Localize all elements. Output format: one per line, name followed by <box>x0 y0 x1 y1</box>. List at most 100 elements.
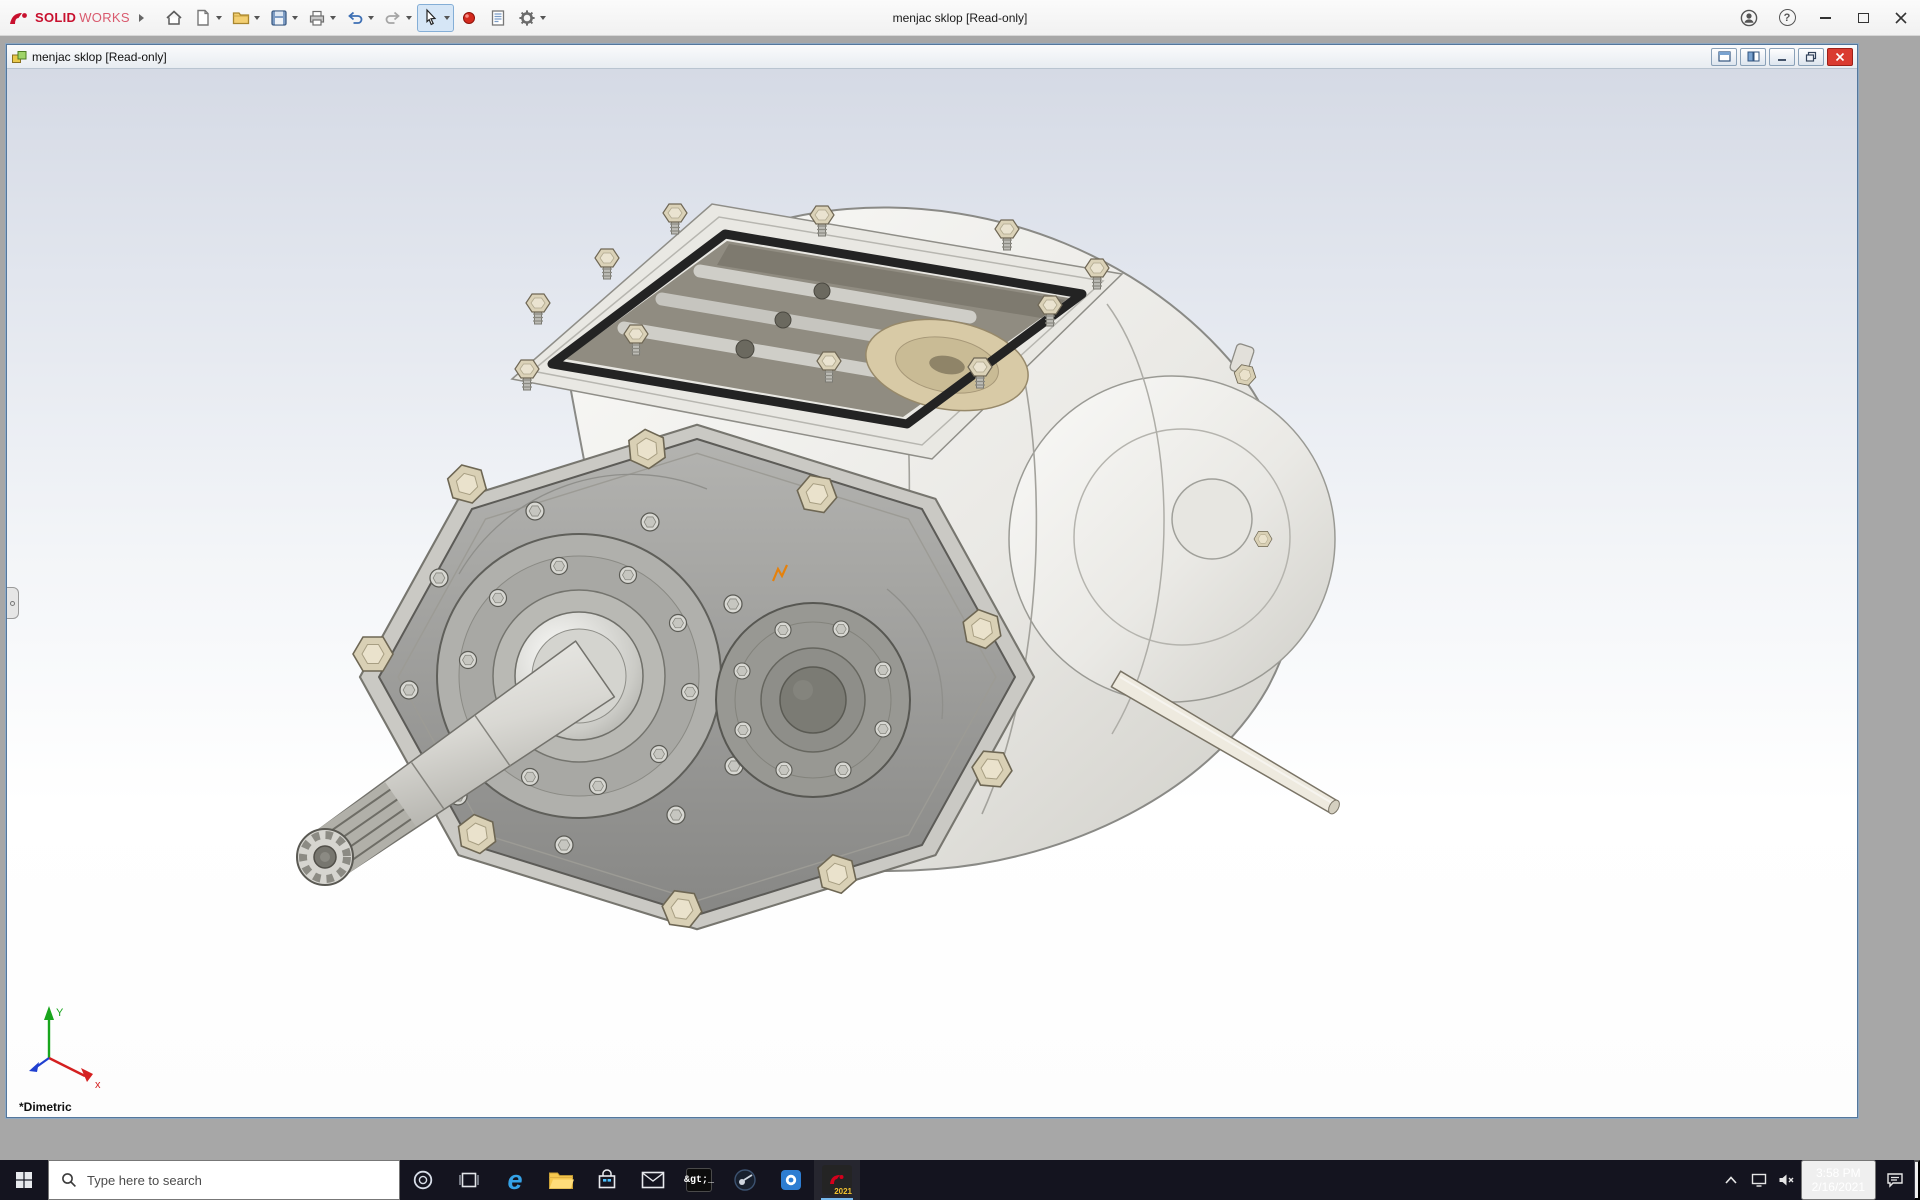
file-properties-button[interactable] <box>484 4 512 32</box>
edge-icon: e <box>507 1167 522 1194</box>
doc-restore-button[interactable] <box>1798 48 1824 66</box>
quick-access-toolbar <box>160 4 550 32</box>
options-button[interactable] <box>513 4 550 32</box>
solidworks-logo-icon <box>8 9 32 27</box>
app-minimize-button[interactable] <box>1806 0 1844 35</box>
app-close-button[interactable] <box>1882 0 1920 35</box>
doc-minimize-button[interactable] <box>1769 48 1795 66</box>
open-button[interactable] <box>227 4 264 32</box>
taskbar-app-file-explorer[interactable] <box>538 1160 584 1200</box>
help-icon: ? <box>1779 9 1796 26</box>
dropdown-caret-icon <box>216 16 222 20</box>
assembly-document-icon <box>11 49 27 65</box>
minimize-icon <box>1776 52 1788 62</box>
dropdown-caret-icon <box>406 16 412 20</box>
redo-button[interactable] <box>379 4 416 32</box>
solidworks-brand: SOLIDWORKS <box>8 9 130 27</box>
taskbar-app-store[interactable] <box>584 1160 630 1200</box>
save-icon <box>269 8 289 28</box>
brand-works: WORKS <box>79 10 130 25</box>
account-icon <box>1739 8 1759 28</box>
cortana-button[interactable] <box>400 1160 446 1200</box>
toolbar-expander-button[interactable] <box>134 6 150 30</box>
taskbar-search-box[interactable]: Type here to search <box>48 1160 400 1200</box>
document-title-bar[interactable]: menjac sklop [Read-only] <box>7 45 1857 69</box>
open-folder-icon <box>231 8 251 28</box>
account-button[interactable] <box>1730 0 1768 35</box>
microsoft-store-icon <box>596 1169 618 1191</box>
save-button[interactable] <box>265 4 302 32</box>
dropdown-caret-icon <box>444 16 450 20</box>
media-app-icon <box>733 1168 757 1192</box>
rebuild-light-icon <box>459 8 479 28</box>
volume-muted-button[interactable] <box>1773 1160 1801 1200</box>
help-button[interactable]: ? <box>1768 0 1806 35</box>
rebuild-button[interactable] <box>455 4 483 32</box>
tile-window-icon <box>1747 51 1760 62</box>
taskbar-app-mail[interactable] <box>630 1160 676 1200</box>
minimize-icon <box>1820 17 1831 19</box>
taskbar-app-terminal[interactable]: &gt;_ <box>676 1160 722 1200</box>
redo-icon <box>383 8 403 28</box>
solidworks-app-icon: 2021 <box>822 1165 852 1195</box>
document-title: menjac sklop [Read-only] <box>32 50 167 64</box>
taskbar-clock[interactable]: 3:58 PM 2/16/2021 <box>1801 1160 1876 1200</box>
blue-app-icon <box>779 1168 803 1192</box>
cortana-icon <box>412 1169 434 1191</box>
dropdown-caret-icon <box>254 16 260 20</box>
clock-date: 2/16/2021 <box>1812 1180 1865 1194</box>
app-title-bar: SOLIDWORKS <box>0 0 1920 36</box>
hidden-icons-button[interactable] <box>1717 1160 1745 1200</box>
home-button[interactable] <box>160 4 188 32</box>
close-icon <box>1894 11 1908 25</box>
undo-button[interactable] <box>341 4 378 32</box>
taskbar-app-solidworks[interactable]: 2021 <box>814 1160 860 1200</box>
gear-icon <box>517 8 537 28</box>
close-icon <box>1834 52 1846 62</box>
show-desktop-button[interactable] <box>1914 1160 1920 1200</box>
tile-window-icon <box>1718 51 1731 62</box>
doc-tile-button-1[interactable] <box>1711 48 1737 66</box>
select-cursor-icon <box>421 8 441 28</box>
doc-close-button[interactable] <box>1827 48 1853 66</box>
triad-y-label: Y <box>56 1007 64 1019</box>
file-properties-icon <box>488 8 508 28</box>
viewport-3d[interactable]: Y x *Dimetric <box>7 69 1857 1117</box>
terminal-glyph: &gt;_ <box>684 1175 714 1186</box>
dropdown-caret-icon <box>330 16 336 20</box>
screen: SOLIDWORKS <box>0 0 1920 1200</box>
brand-solid: SOLID <box>35 10 76 25</box>
maximize-icon <box>1858 13 1869 23</box>
undo-icon <box>345 8 365 28</box>
select-cursor-button[interactable] <box>417 4 454 32</box>
gearbox-model[interactable] <box>7 69 1857 1117</box>
taskbar-app-edge[interactable]: e <box>492 1160 538 1200</box>
document-window: menjac sklop [Read-only] <box>6 44 1858 1118</box>
system-tray: 3:58 PM 2/16/2021 <box>1717 1160 1920 1200</box>
panel-dot-icon <box>10 601 15 606</box>
doc-tile-button-2[interactable] <box>1740 48 1766 66</box>
taskbar-app-media[interactable] <box>722 1160 768 1200</box>
action-center-button[interactable] <box>1876 1160 1914 1200</box>
taskbar: Type here to search e <box>0 1160 1920 1200</box>
app-window-controls: ? <box>1730 0 1920 35</box>
feature-panel-collapsed-tab[interactable] <box>7 587 19 619</box>
chevron-up-icon <box>1724 1175 1738 1185</box>
task-view-icon <box>458 1169 480 1191</box>
task-view-button[interactable] <box>446 1160 492 1200</box>
home-icon <box>164 8 184 28</box>
print-icon <box>307 8 327 28</box>
taskbar-app-blue[interactable] <box>768 1160 814 1200</box>
start-button[interactable] <box>0 1160 48 1200</box>
orientation-triad[interactable]: Y x <box>23 996 113 1091</box>
display-icon <box>1751 1173 1767 1187</box>
print-button[interactable] <box>303 4 340 32</box>
app-maximize-button[interactable] <box>1844 0 1882 35</box>
new-document-button[interactable] <box>189 4 226 32</box>
chevron-right-icon <box>139 14 144 22</box>
mail-icon <box>641 1171 665 1189</box>
new-document-icon <box>193 8 213 28</box>
display-tray-button[interactable] <box>1745 1160 1773 1200</box>
volume-muted-icon <box>1778 1173 1795 1187</box>
dropdown-caret-icon <box>540 16 546 20</box>
